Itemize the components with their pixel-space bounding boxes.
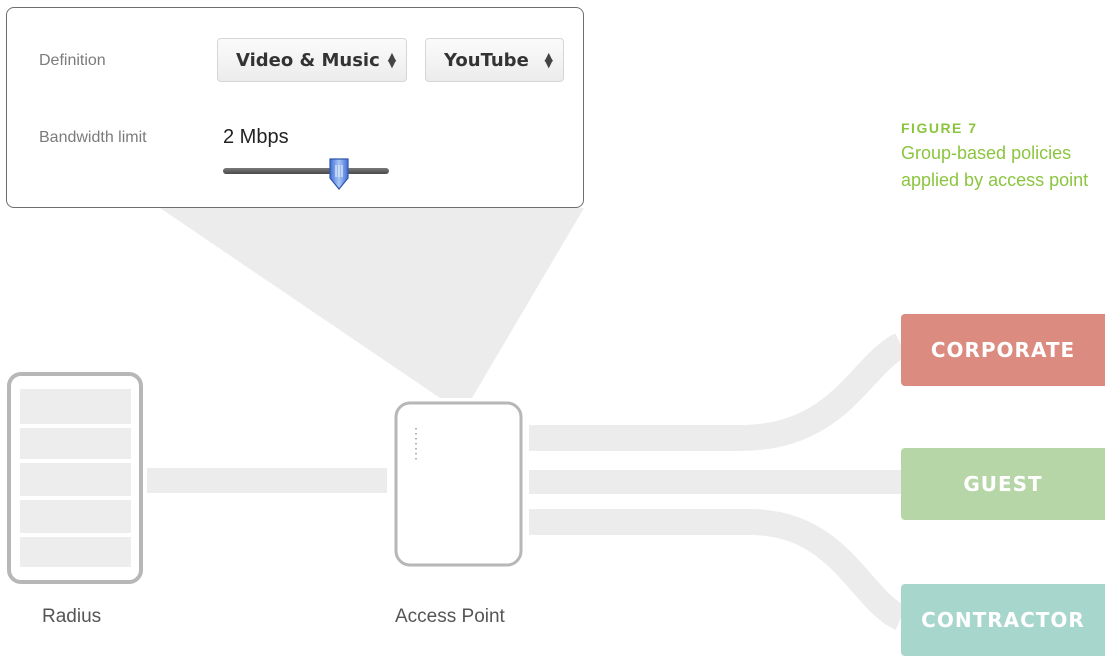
policy-settings-panel: Definition Video & Music ▲ ▼ YouTube ▲ ▼ B… <box>6 7 584 208</box>
access-point-icon <box>394 401 523 567</box>
bandwidth-value: 2 Mbps <box>223 126 289 148</box>
bandwidth-slider-track[interactable] <box>223 168 389 174</box>
group-guest: GUEST <box>901 448 1105 520</box>
group-contractor-label: CONTRACTOR <box>921 608 1085 632</box>
group-guest-label: GUEST <box>963 472 1043 496</box>
figure-caption: FIGURE 7 Group-based policies applied by… <box>901 120 1101 194</box>
updown-arrows-icon: ▲ ▼ <box>387 50 397 70</box>
group-contractor: CONTRACTOR <box>901 584 1105 656</box>
app-select[interactable]: YouTube ▲ ▼ <box>425 38 564 82</box>
bandwidth-limit-label: Bandwidth limit <box>39 129 147 146</box>
group-corporate: CORPORATE <box>901 314 1105 386</box>
access-point-label: Access Point <box>395 606 505 627</box>
contractor-link <box>529 509 908 630</box>
figure-number: FIGURE 7 <box>901 120 978 136</box>
category-select[interactable]: Video & Music ▲ ▼ <box>217 38 407 82</box>
category-select-value: Video & Music <box>236 49 380 71</box>
radius-to-ap-link <box>147 468 387 493</box>
definition-label: Definition <box>39 52 106 69</box>
bandwidth-slider-thumb[interactable] <box>328 158 350 190</box>
app-select-value: YouTube <box>444 49 529 71</box>
figure-description: Group-based policies applied by access p… <box>901 143 1089 190</box>
callout-beam <box>160 208 584 398</box>
group-corporate-label: CORPORATE <box>930 338 1076 362</box>
guest-link <box>529 470 901 494</box>
radius-server-icon <box>7 372 143 584</box>
updown-arrows-icon: ▲ ▼ <box>544 50 553 70</box>
corporate-link <box>529 333 908 451</box>
radius-label: Radius <box>42 606 102 627</box>
